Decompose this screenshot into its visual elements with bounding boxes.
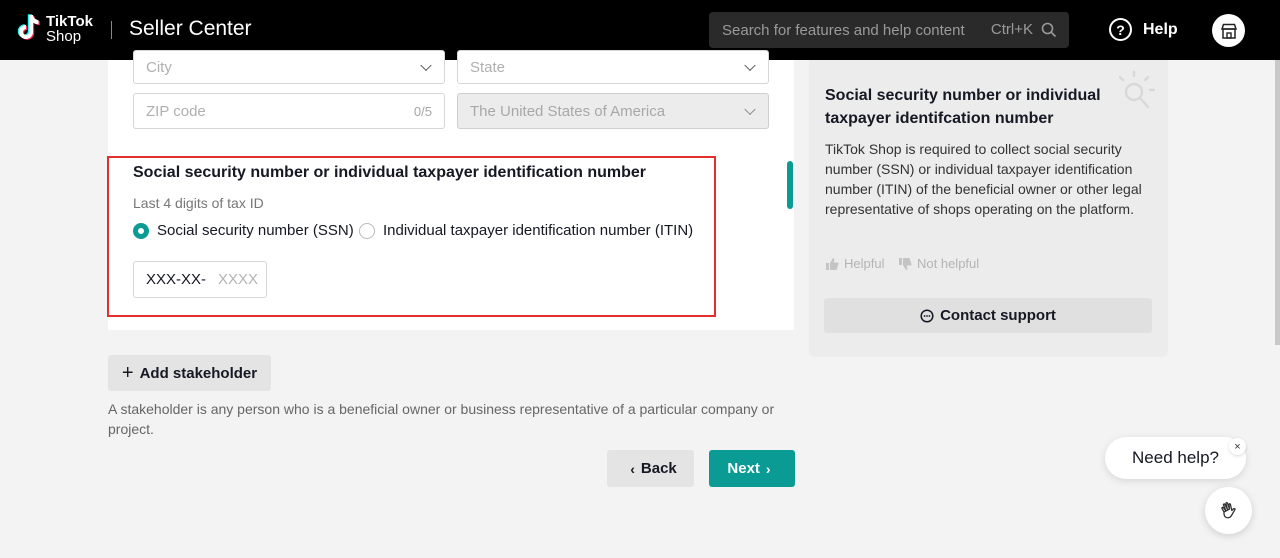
logo-line1: TikTok: [46, 12, 93, 30]
zip-char-counter: 0/5: [413, 103, 432, 119]
tiktok-shop-logo[interactable]: TikTok Shop: [14, 12, 93, 46]
tiktok-logo-icon: [17, 14, 40, 40]
thumbs-down-icon: [899, 257, 912, 270]
logo-line2: Shop: [46, 27, 82, 45]
chevron-right-icon: ›: [765, 460, 771, 477]
chat-assistant-button[interactable]: [1205, 487, 1252, 534]
contact-support-label: Contact support: [940, 307, 1056, 324]
next-label: Next: [727, 460, 760, 477]
need-help-label: Need help?: [1132, 448, 1219, 467]
tax-id-input[interactable]: XXX-XX- XXXX: [133, 261, 267, 298]
contact-support-button[interactable]: Contact support: [824, 298, 1152, 333]
store-icon: [1220, 23, 1237, 39]
help-panel-body: TikTok Shop is required to collect socia…: [825, 141, 1142, 217]
close-icon[interactable]: ×: [1229, 438, 1246, 455]
not-helpful-label: Not helpful: [917, 256, 980, 271]
chevron-down-icon: [744, 59, 756, 72]
chevron-down-icon: [420, 59, 432, 72]
chat-bubble-icon: [920, 308, 934, 323]
radio-itin-label: Individual taxpayer identification numbe…: [383, 222, 694, 239]
header-divider: [111, 21, 112, 39]
helpful-button[interactable]: Helpful: [825, 256, 884, 271]
app-title: Seller Center: [129, 17, 252, 40]
help-button[interactable]: ? Help: [1109, 18, 1178, 41]
tax-id-placeholder: XXXX: [218, 271, 259, 288]
helpful-label: Helpful: [844, 256, 885, 271]
tax-id-prefix: XXX-XX-: [146, 271, 207, 288]
country-value: The United States of America: [470, 102, 666, 120]
zip-code-input[interactable]: ZIP code 0/5: [133, 93, 445, 129]
search-input[interactable]: Search for features and help content Ctr…: [709, 12, 1069, 48]
search-shortcut-hint: Ctrl+K: [990, 21, 1033, 38]
next-button[interactable]: Next ›: [709, 450, 795, 487]
logo-wordmark: TikTok Shop: [46, 12, 93, 45]
country-select: The United States of America: [457, 93, 769, 129]
shop-avatar[interactable]: [1212, 14, 1245, 47]
back-button[interactable]: ‹ Back: [607, 450, 694, 487]
question-icon: ?: [1109, 18, 1132, 41]
tax-id-section-title: Social security number or individual tax…: [133, 164, 647, 181]
help-panel-title: Social security number or individual tax…: [825, 87, 1101, 127]
radio-itin[interactable]: Individual taxpayer identification numbe…: [359, 222, 693, 239]
need-help-bubble[interactable]: Need help?: [1105, 437, 1246, 479]
back-label: Back: [640, 460, 677, 477]
thumbs-up-icon: [826, 257, 839, 270]
add-stakeholder-button[interactable]: + Add stakeholder: [108, 355, 271, 391]
add-stakeholder-label: Add stakeholder: [139, 364, 258, 382]
radio-ssn-label: Social security number (SSN): [157, 222, 354, 239]
radio-selected-icon: [133, 222, 149, 239]
plus-icon: +: [121, 361, 134, 384]
tax-id-subtitle: Last 4 digits of tax ID: [133, 195, 264, 211]
city-placeholder: City: [146, 58, 172, 76]
state-select[interactable]: State: [457, 50, 769, 84]
form-scrollbar-thumb[interactable]: [787, 161, 793, 209]
radio-unselected-icon: [359, 222, 375, 239]
zip-placeholder: ZIP code: [146, 102, 206, 120]
waving-hand-icon: [1220, 501, 1236, 518]
chevron-left-icon: ‹: [630, 460, 635, 477]
stakeholder-note: A stakeholder is any person who is a ben…: [108, 401, 775, 437]
city-select[interactable]: City: [133, 50, 445, 84]
not-helpful-button[interactable]: Not helpful: [898, 256, 979, 271]
search-icon: [1041, 22, 1057, 38]
help-label: Help: [1143, 20, 1178, 38]
page-scrollbar[interactable]: [1275, 60, 1280, 345]
state-placeholder: State: [470, 58, 506, 76]
chevron-down-icon: [744, 103, 756, 116]
radio-ssn[interactable]: Social security number (SSN): [133, 222, 354, 239]
search-placeholder: Search for features and help content: [722, 21, 965, 39]
